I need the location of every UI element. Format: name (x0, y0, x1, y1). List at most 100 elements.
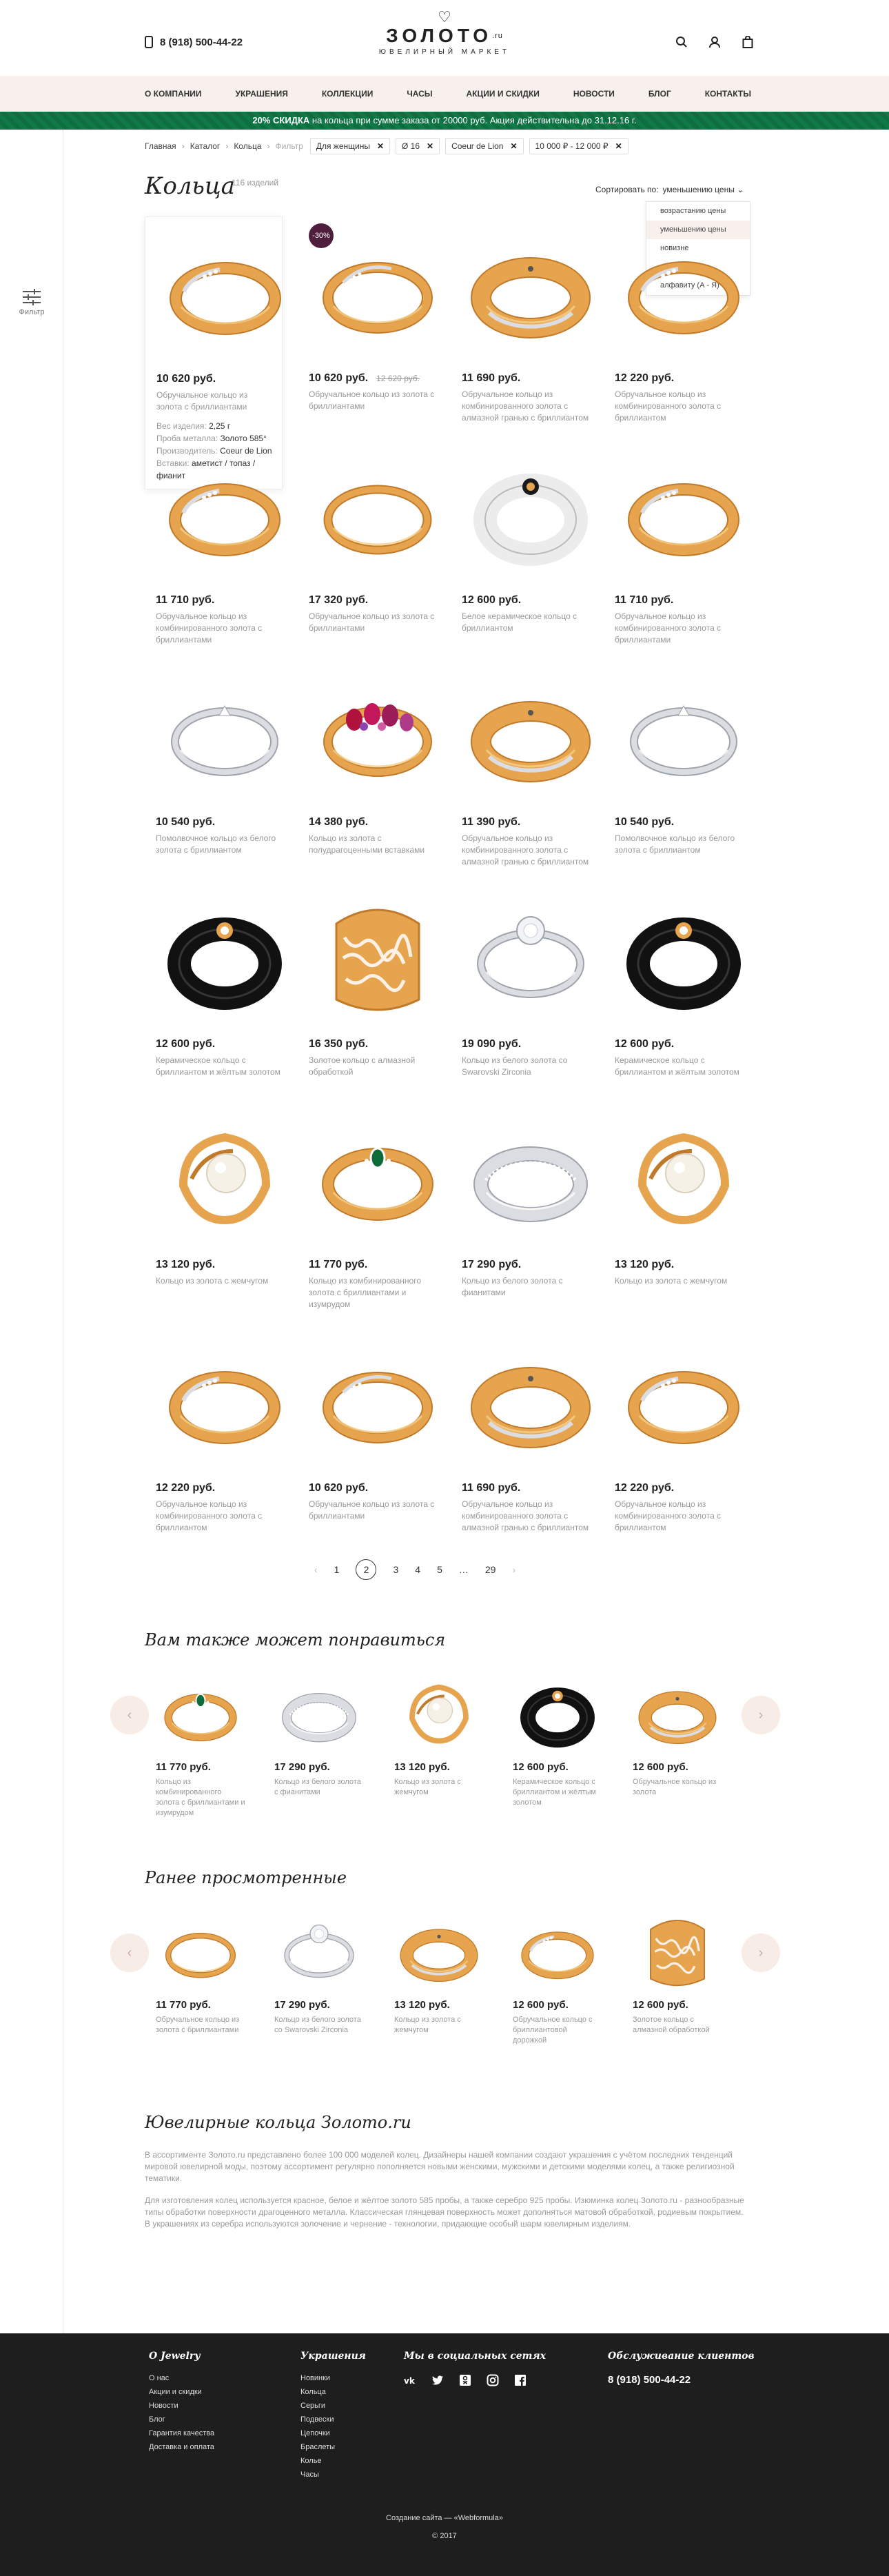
footer-link[interactable]: Новости (149, 2402, 214, 2410)
page-link[interactable]: 5 (437, 1564, 442, 1575)
footer-phone[interactable]: 8 (918) 500-44-22 (608, 2374, 755, 2386)
product-image[interactable] (156, 660, 294, 812)
recommended-card[interactable]: 12 600 руб. Обручальное кольцо из золота (633, 1665, 722, 1798)
product-description[interactable]: Кольцо из золота с полудрагоценными вста… (309, 833, 447, 856)
footer-link[interactable]: Колье (300, 2457, 366, 2465)
product-card[interactable]: 13 120 руб. Кольцо из золота с жемчугом (615, 1103, 753, 1287)
product-card[interactable]: 10 540 руб. Помолвочное кольцо из белого … (156, 660, 294, 856)
product-card[interactable]: 12 600 руб. Керамическое кольцо с бриллиа… (156, 882, 294, 1078)
product-card[interactable]: 12 220 руб. Обручальное кольцо из комбини… (615, 216, 753, 424)
promo-banner[interactable]: 20% СКИДКА на кольца при сумме заказа от… (0, 112, 889, 130)
product-card[interactable]: 11 690 руб. Обручальное кольцо из комбини… (462, 216, 600, 424)
product-description[interactable]: Кольцо из золота с жемчугом (615, 1275, 753, 1287)
filter-button[interactable]: Фильтр (15, 288, 48, 316)
product-description[interactable]: Помолвочное кольцо из белого золота с бр… (156, 833, 294, 856)
product-card[interactable]: 12 220 руб. Обручальное кольцо из комбини… (156, 1326, 294, 1534)
footer-link[interactable]: Кольца (300, 2388, 366, 2396)
page-link[interactable]: 4 (415, 1564, 420, 1575)
nav-item[interactable]: ЧАСЫ (407, 89, 432, 99)
footer-link[interactable]: Серьги (300, 2402, 366, 2410)
product-image[interactable] (462, 660, 600, 812)
product-image[interactable] (156, 882, 294, 1034)
footer-link[interactable]: Часы (300, 2471, 366, 2479)
filter-chip[interactable]: 10 000 ₽ - 12 000 ₽ ✕ (529, 138, 629, 154)
odnoklassniki-icon[interactable] (459, 2374, 471, 2386)
page-link[interactable]: 29 (485, 1564, 496, 1575)
breadcrumb-rings[interactable]: Кольца (234, 141, 261, 151)
twitter-icon[interactable] (431, 2374, 444, 2386)
product-image[interactable] (462, 882, 600, 1034)
product-image[interactable] (615, 1103, 753, 1255)
product-description[interactable]: Кольцо из комбинированного золота с брил… (156, 1777, 245, 1818)
pagination-next[interactable]: › (512, 1564, 515, 1575)
recommended-card[interactable]: 12 600 руб. Керамическое кольцо с брилли… (513, 1665, 602, 1808)
product-image[interactable] (513, 1903, 602, 1992)
bag-icon[interactable] (740, 34, 755, 50)
product-description[interactable]: Обручальное кольцо из комбинированного з… (462, 389, 600, 424)
product-description[interactable]: Обручальное кольцо из золота с бриллиант… (156, 389, 275, 413)
product-description[interactable]: Обручальное кольцо из комбинированного з… (462, 833, 600, 868)
product-description[interactable]: Кольцо из золота с жемчугом (156, 1275, 294, 1287)
product-description[interactable]: Керамическое кольцо с бриллиантом и жёлт… (156, 1055, 294, 1078)
product-card[interactable]: 17 290 руб. Кольцо из белого золота с фиа… (462, 1103, 600, 1299)
product-image[interactable] (309, 1103, 447, 1255)
product-image[interactable] (394, 1665, 484, 1754)
instagram-icon[interactable] (487, 2374, 499, 2386)
product-image[interactable] (156, 217, 281, 369)
footer-link[interactable]: Доставка и оплата (149, 2443, 214, 2451)
footer-link[interactable]: Цепочки (300, 2429, 366, 2437)
product-card[interactable]: 11 770 руб. Кольцо из комбинированного зо… (309, 1103, 447, 1310)
product-card[interactable]: 11 710 руб. Обручальное кольцо из комбини… (615, 438, 753, 646)
nav-item[interactable]: УКРАШЕНИЯ (235, 89, 287, 99)
product-description[interactable]: Кольцо из белого золота со Swarovski Zir… (462, 1055, 600, 1078)
page-link[interactable]: … (459, 1564, 469, 1575)
product-description[interactable]: Керамическое кольцо с бриллиантом и жёлт… (615, 1055, 753, 1078)
product-image[interactable] (274, 1665, 364, 1754)
viewed-card[interactable]: 17 290 руб. Кольцо из белого золота со S… (274, 1903, 364, 2036)
product-image[interactable]: -30% (309, 216, 447, 368)
facebook-icon[interactable] (514, 2374, 527, 2386)
product-description[interactable]: Обручальное кольцо из комбинированного з… (615, 611, 753, 646)
viewed-card[interactable]: 13 120 руб. Кольцо из золота с жемчугом (394, 1903, 484, 2036)
product-image[interactable] (274, 1903, 364, 1992)
recommended-next-arrow[interactable]: › (742, 1696, 780, 1734)
close-icon[interactable]: ✕ (427, 141, 433, 151)
product-description[interactable]: Кольцо из золота с жемчугом (394, 1777, 484, 1798)
nav-item[interactable]: КОЛЛЕКЦИИ (322, 89, 374, 99)
product-description[interactable]: Кольцо из комбинированного золота с брил… (309, 1275, 447, 1310)
product-description[interactable]: Кольцо из белого золота с фианитами (462, 1275, 600, 1299)
product-card[interactable]: 12 220 руб. Обручальное кольцо из комбини… (615, 1326, 753, 1534)
product-image[interactable] (156, 1903, 245, 1992)
viewed-prev-arrow[interactable]: ‹ (110, 1934, 149, 1972)
header-phone[interactable]: 8 (918) 500-44-22 (145, 36, 243, 48)
product-description[interactable]: Обручальное кольцо из золота с бриллиант… (309, 1499, 447, 1522)
product-card[interactable]: 17 320 руб. Обручальное кольцо из золота … (309, 438, 447, 634)
product-card[interactable]: 11 710 руб. Обручальное кольцо из комбини… (156, 438, 294, 646)
recommended-card[interactable]: 11 770 руб. Кольцо из комбинированного з… (156, 1665, 245, 1818)
footer-link[interactable]: Подвески (300, 2415, 366, 2424)
nav-item[interactable]: О КОМПАНИИ (145, 89, 202, 99)
product-card[interactable]: 11 390 руб. Обручальное кольцо из комбини… (462, 660, 600, 868)
product-description[interactable]: Обручальное кольцо из золота с бриллиант… (156, 2015, 245, 2036)
product-description[interactable]: Обручальное кольцо из золота (633, 1777, 722, 1798)
recommended-card[interactable]: 13 120 руб. Кольцо из золота с жемчугом (394, 1665, 484, 1798)
product-description[interactable]: Обручальное кольцо из золота с бриллиант… (309, 389, 447, 412)
product-description[interactable]: Помолвочное кольцо из белого золота с бр… (615, 833, 753, 856)
product-description[interactable]: Обручальное кольцо из комбинированного з… (615, 389, 753, 424)
product-image[interactable] (462, 438, 600, 590)
product-image[interactable] (462, 1326, 600, 1478)
filter-chip[interactable]: Coeur de Lion ✕ (445, 138, 524, 154)
product-card[interactable]: 11 690 руб. Обручальное кольцо из комбини… (462, 1326, 600, 1534)
breadcrumb-home[interactable]: Главная (145, 141, 176, 151)
product-description[interactable]: Кольцо из золота с жемчугом (394, 2015, 484, 2036)
product-image[interactable] (156, 1665, 245, 1754)
viewed-next-arrow[interactable]: › (742, 1934, 780, 1972)
page-link[interactable]: 1 (334, 1564, 340, 1575)
product-image[interactable] (633, 1665, 722, 1754)
close-icon[interactable]: ✕ (615, 141, 622, 151)
product-image[interactable] (462, 1103, 600, 1255)
page-link[interactable]: 2 (356, 1559, 377, 1580)
product-image[interactable] (615, 882, 753, 1034)
filter-chip[interactable]: Для женщины ✕ (309, 138, 391, 154)
product-image[interactable] (156, 438, 294, 590)
